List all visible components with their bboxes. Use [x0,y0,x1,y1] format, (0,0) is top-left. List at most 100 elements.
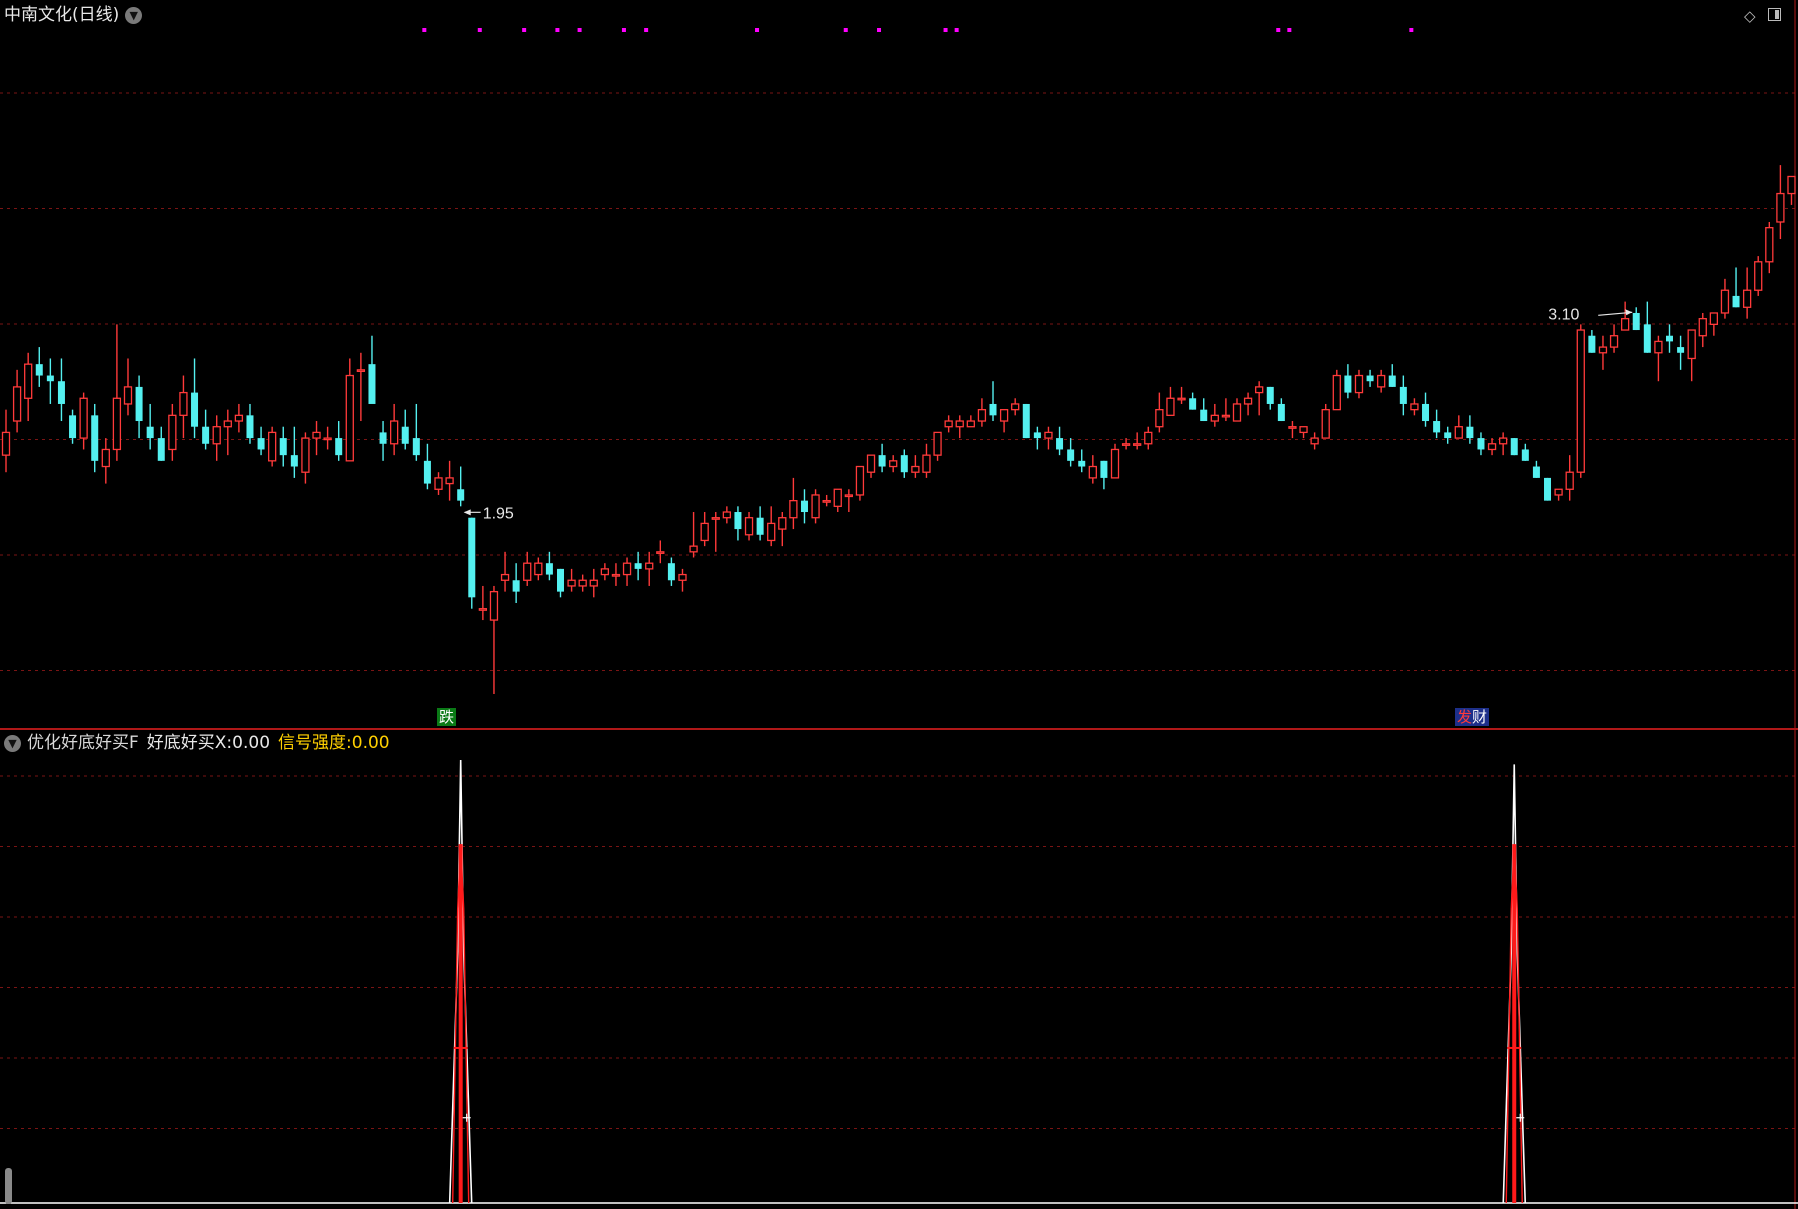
candle-body[interactable] [1754,261,1763,291]
candle-body[interactable] [1033,432,1041,439]
candle-body[interactable] [1666,335,1673,342]
candle-body[interactable] [1166,397,1175,416]
candle-body[interactable] [622,562,632,576]
candle-body[interactable] [1277,403,1285,422]
candle-body[interactable] [1643,324,1651,353]
candle-body[interactable] [323,437,332,441]
candle-body[interactable] [212,426,221,445]
candle-body[interactable] [1732,295,1740,308]
candle-body[interactable] [1011,403,1020,411]
candle-body[interactable] [1100,460,1108,478]
candle-body[interactable] [1354,374,1364,394]
candle-body[interactable] [223,420,232,428]
candle-body[interactable] [512,580,520,592]
candle-body[interactable] [123,386,133,405]
candle-body[interactable] [1487,443,1497,451]
candle-body[interactable] [855,465,865,496]
candle-body[interactable] [146,426,154,439]
candle-body[interactable] [744,517,754,536]
candle-body[interactable] [1521,449,1529,461]
candle-body[interactable] [667,563,675,581]
candle-body[interactable] [312,431,321,439]
candle-body[interactable] [412,438,420,456]
candle-body[interactable] [1499,437,1508,445]
candle-body[interactable] [1344,375,1352,393]
candle-body[interactable] [778,517,787,530]
candle-body[interactable] [1177,397,1186,401]
candle-body[interactable] [135,386,143,422]
candle-body[interactable] [922,454,931,473]
candle-body[interactable] [1255,386,1264,394]
candle-body[interactable] [722,511,731,519]
candle-body[interactable] [179,391,188,416]
candle-body[interactable] [335,438,343,456]
candle-body[interactable] [401,426,409,444]
candle-body[interactable] [1787,175,1796,195]
candle-body[interactable] [112,397,122,451]
candle-body[interactable] [423,460,431,484]
candle-body[interactable] [356,369,366,372]
candle-body[interactable] [589,579,598,587]
candle-body[interactable] [966,420,975,428]
candle-body[interactable] [279,438,287,456]
candle-body[interactable] [567,579,576,587]
candle-body[interactable] [1144,431,1153,445]
chevron-down-icon[interactable]: ▼ [125,6,143,24]
candle-body[interactable] [379,432,387,444]
candle-body[interactable] [889,460,898,468]
candle-body[interactable] [1332,374,1341,411]
candle-body[interactable] [457,489,465,501]
candle-body[interactable] [1687,329,1696,360]
candle-body[interactable] [1110,448,1120,479]
candle-body[interactable] [1544,477,1552,501]
candle-body[interactable] [91,415,99,461]
candle-body[interactable] [301,437,310,473]
candle-body[interactable] [1232,403,1242,422]
candle-body[interactable] [977,409,987,422]
candle-body[interactable] [35,364,43,376]
candle-body[interactable] [468,517,476,598]
candle-body[interactable] [1056,438,1064,450]
candle-body[interactable] [489,590,499,621]
candle-body[interactable] [1366,375,1374,382]
candle-body[interactable] [789,499,798,519]
candle-body[interactable] [445,477,454,485]
candle-body[interactable] [767,522,776,542]
candle-body[interactable] [822,499,831,503]
candle-body[interactable] [756,517,764,535]
candle-body[interactable] [800,500,808,513]
candle-body[interactable] [811,494,820,519]
candle-body[interactable] [1720,289,1730,314]
candle-body[interactable] [478,608,488,611]
indicator-menu-icon[interactable]: ▼ [4,734,21,752]
candle-body[interactable] [911,465,920,473]
candle-body[interactable] [257,438,265,450]
candle-body[interactable] [1765,227,1774,263]
candle-body[interactable] [1632,312,1640,331]
candle-body[interactable] [46,375,54,382]
candle-body[interactable] [1321,409,1330,439]
candle-body[interactable] [157,438,165,461]
candle-body[interactable] [844,494,853,498]
candle-body[interactable] [545,563,553,575]
candle-body[interactable] [1433,421,1441,433]
candle-body[interactable] [678,573,687,581]
candle-body[interactable] [1310,437,1319,445]
candle-body[interactable] [878,455,886,467]
candle-body[interactable] [534,562,543,576]
candle-body[interactable] [1510,438,1518,456]
candle-body[interactable] [1654,340,1663,354]
candle-body[interactable] [290,455,298,467]
candle-body[interactable] [634,563,642,569]
candle-body[interactable] [1388,375,1396,387]
candle-body[interactable] [168,414,177,451]
candle-body[interactable] [1155,409,1164,428]
candle-body[interactable] [900,455,908,473]
indicator-name[interactable]: 优化好底好买F [27,733,139,753]
candle-body[interactable] [1133,443,1142,446]
candle-body[interactable] [933,431,942,456]
window-toggle-icon[interactable] [1768,8,1781,21]
candle-body[interactable] [1243,397,1253,405]
candle-body[interactable] [1454,426,1463,439]
candle-body[interactable] [79,397,88,439]
